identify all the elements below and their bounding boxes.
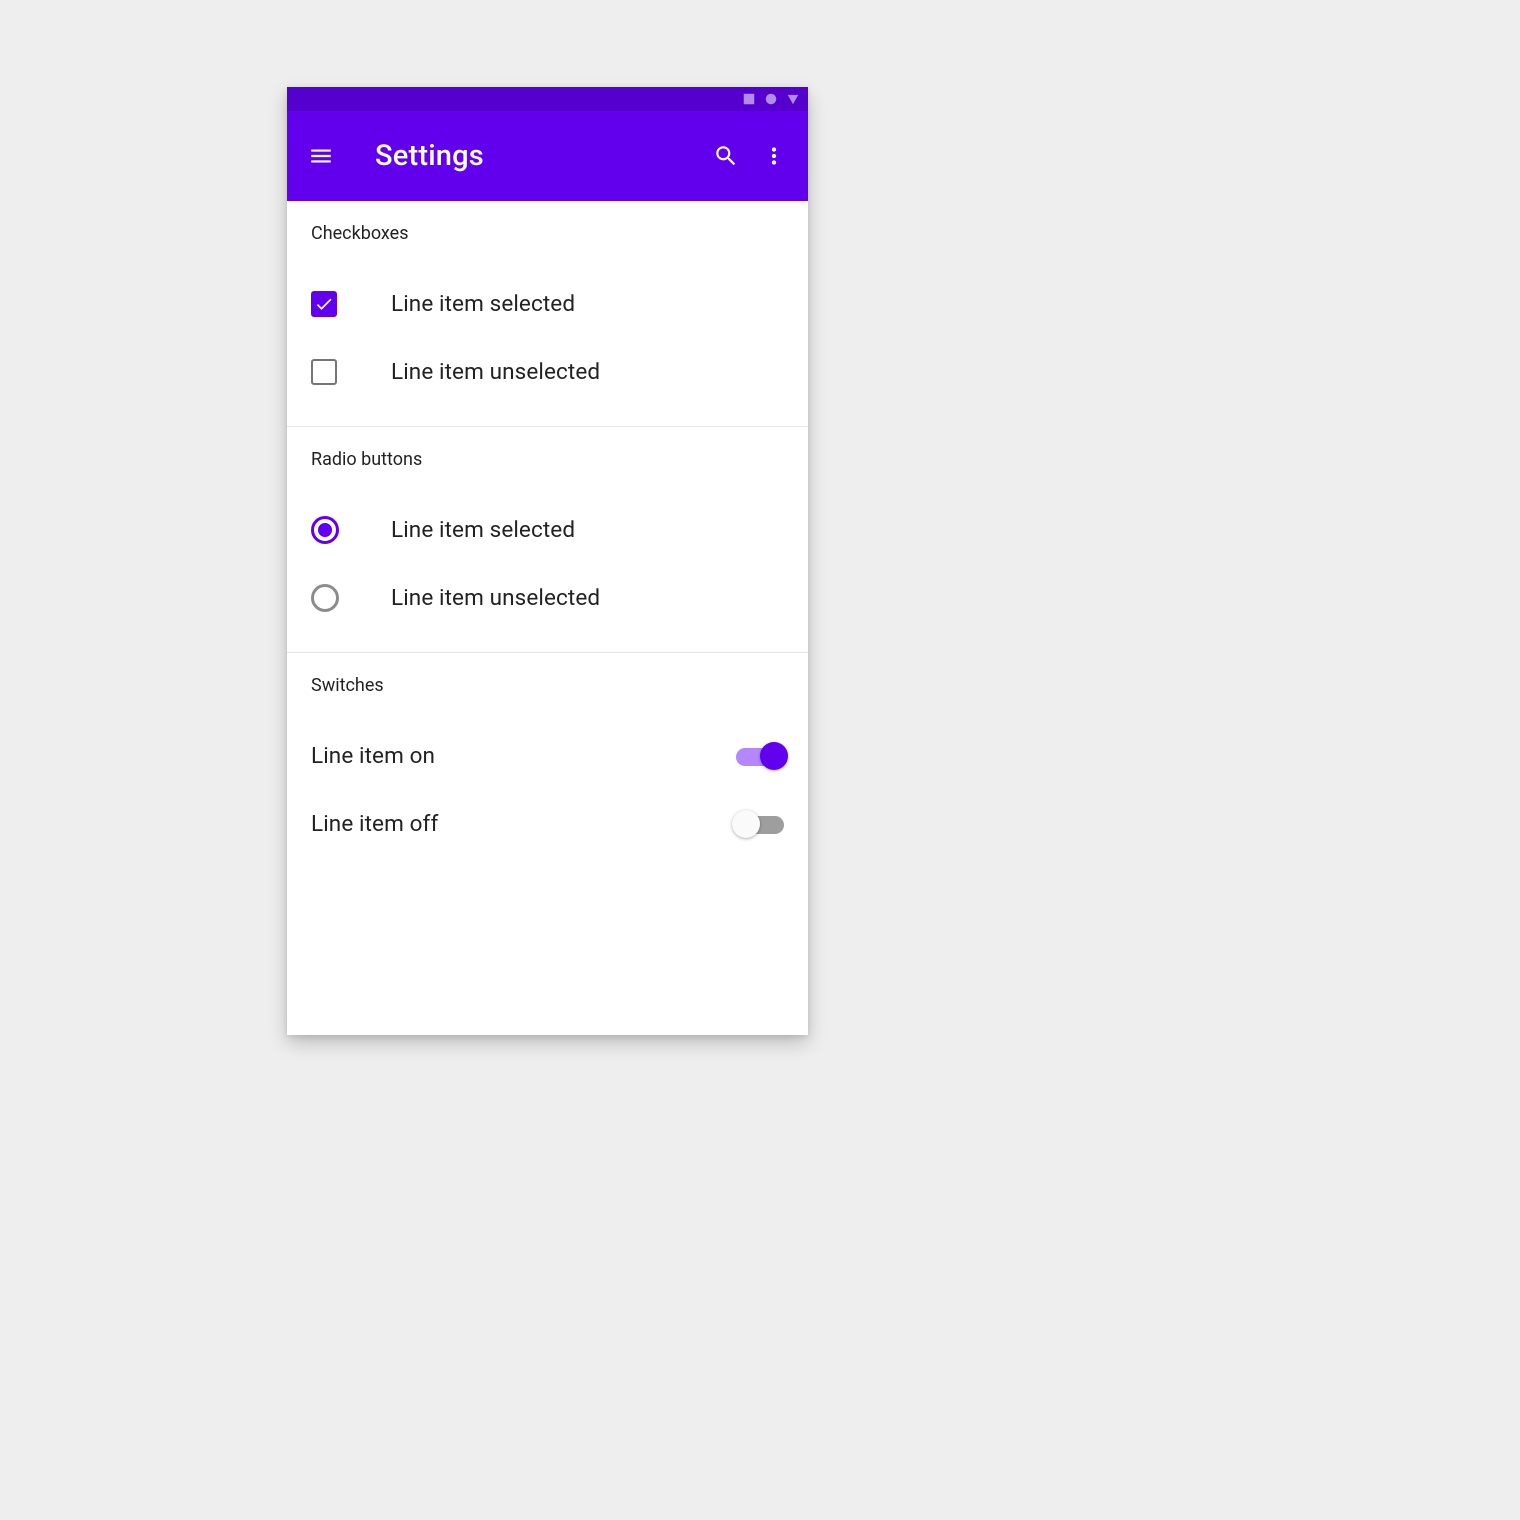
switch-label: Line item on [311, 743, 435, 769]
checkbox-label: Line item unselected [391, 359, 600, 385]
section-radios: Radio buttons Line item selected Line it… [287, 427, 808, 653]
status-triangle-icon [786, 92, 800, 106]
switch-row-off[interactable]: Line item off [311, 790, 784, 858]
section-switches: Switches Line item on Line item off [287, 653, 808, 878]
more-vert-icon [761, 143, 787, 169]
radio-label: Line item selected [391, 517, 575, 543]
switch-off[interactable] [736, 810, 784, 838]
section-title-checkboxes: Checkboxes [311, 223, 784, 244]
app-title: Settings [375, 139, 702, 173]
switch-thumb [732, 810, 760, 838]
checkbox-label: Line item selected [391, 291, 575, 317]
checkbox-checked[interactable] [311, 291, 337, 317]
checkbox-row-unselected[interactable]: Line item unselected [311, 338, 784, 406]
check-icon [314, 294, 334, 314]
device-frame: Settings Checkboxes [287, 87, 808, 1035]
menu-button[interactable] [297, 132, 345, 180]
switch-thumb [760, 742, 788, 770]
menu-icon [308, 143, 334, 169]
section-title-switches: Switches [311, 675, 784, 696]
overflow-button[interactable] [750, 132, 798, 180]
search-icon [713, 143, 739, 169]
section-title-radios: Radio buttons [311, 449, 784, 470]
radio-unselected[interactable] [311, 584, 339, 612]
search-button[interactable] [702, 132, 750, 180]
checkbox-row-selected[interactable]: Line item selected [311, 270, 784, 338]
status-bar [287, 87, 808, 111]
status-circle-icon [764, 92, 778, 106]
switch-on[interactable] [736, 742, 784, 770]
radio-label: Line item unselected [391, 585, 600, 611]
radio-selected[interactable] [311, 516, 339, 544]
status-square-icon [742, 92, 756, 106]
section-checkboxes: Checkboxes Line item selected Line item … [287, 201, 808, 427]
checkbox-unchecked[interactable] [311, 359, 337, 385]
switch-row-on[interactable]: Line item on [311, 722, 784, 790]
switch-label: Line item off [311, 811, 438, 837]
radio-row-selected[interactable]: Line item selected [311, 496, 784, 564]
app-bar: Settings [287, 111, 808, 201]
radio-row-unselected[interactable]: Line item unselected [311, 564, 784, 632]
